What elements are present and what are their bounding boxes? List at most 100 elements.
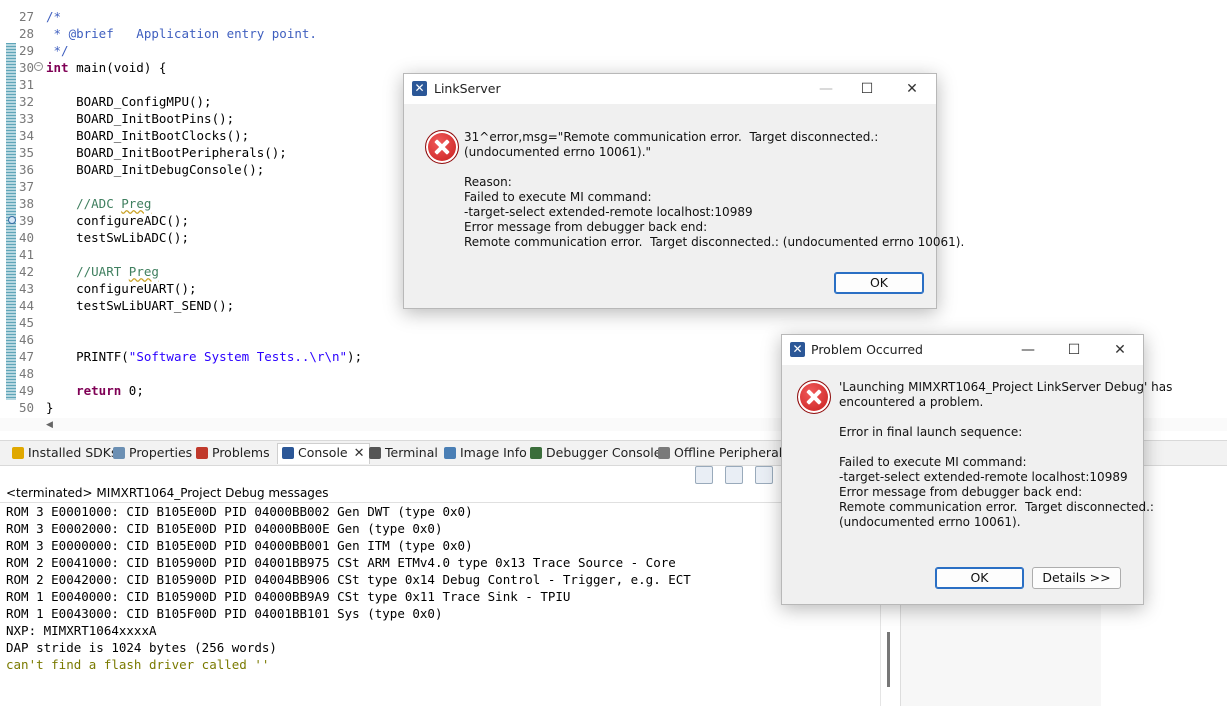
scroll-left-icon[interactable]: ◀	[46, 420, 53, 430]
tab-label: Properties	[129, 445, 193, 460]
tab-label: Offline Peripherals	[674, 445, 789, 460]
tab-label: Installed SDKs	[28, 445, 118, 460]
code-text: testSwLibADC();	[46, 230, 189, 245]
console-line: ROM 1 E0043000: CID B105F00D PID 04001BB…	[6, 606, 443, 621]
tab-image-info[interactable]: Image Info	[444, 444, 527, 462]
dialog-title: LinkServer	[434, 81, 501, 96]
console-line: ROM 2 E0041000: CID B105900D PID 04001BB…	[6, 555, 676, 570]
line-number: 42	[18, 264, 34, 279]
tab-console[interactable]: Console ✕	[277, 443, 370, 464]
clear-console-icon[interactable]	[695, 466, 713, 484]
code-text: BOARD_ConfigMPU();	[46, 94, 212, 109]
maximize-button[interactable]: ☐	[850, 78, 884, 100]
maximize-button[interactable]: ☐	[1057, 339, 1091, 361]
code-text: int main(void) {	[46, 60, 167, 75]
terminal-icon	[369, 447, 381, 459]
code-text: * @brief Application entry point.	[46, 26, 317, 41]
minimize-button[interactable]: —	[809, 78, 843, 100]
console-line: DAP stride is 1024 bytes (256 words)	[6, 640, 277, 655]
console-icon	[282, 447, 294, 459]
linkserver-dialog: ✕ LinkServer — ☐ ✕ 31^error,msg="Remote …	[403, 73, 964, 309]
line-number: 40	[18, 230, 34, 245]
code-text: return 0;	[76, 383, 144, 398]
dialog-title: Problem Occurred	[811, 342, 923, 357]
breakpoint-marker-icon[interactable]	[8, 216, 16, 224]
line-number: 33	[18, 111, 34, 126]
close-tab-icon[interactable]: ✕	[354, 446, 365, 461]
app-icon: ✕	[412, 81, 427, 96]
code-text: configureUART();	[46, 281, 197, 296]
ok-button[interactable]: OK	[834, 272, 924, 294]
minimize-button[interactable]: —	[1011, 339, 1045, 361]
console-line: ROM 3 E0002000: CID B105E00D PID 04000BB…	[6, 521, 443, 536]
dialog-message: 'Launching MIMXRT1064_Project LinkServer…	[839, 380, 1173, 529]
line-number: 29	[18, 43, 34, 58]
tab-properties[interactable]: Properties	[113, 444, 192, 462]
dialog-title-bar[interactable]: ✕ Problem Occurred — ☐ ✕	[782, 335, 1143, 365]
console-line: ROM 1 E0040000: CID B105900D PID 04000BB…	[6, 589, 571, 604]
line-number: 47	[18, 349, 34, 364]
line-number: 43	[18, 281, 34, 296]
line-number: 48	[18, 366, 34, 381]
tab-label: Debugger Console	[546, 445, 662, 460]
error-icon	[797, 380, 831, 414]
ok-button[interactable]: OK	[935, 567, 1024, 589]
tab-terminal[interactable]: Terminal	[369, 444, 438, 462]
tab-label: Terminal	[385, 445, 438, 460]
code-text: */	[46, 43, 69, 58]
code-text: /*	[46, 9, 62, 24]
code-text: testSwLibUART_SEND();	[46, 298, 235, 313]
details-button[interactable]: Details >>	[1032, 567, 1121, 589]
tab-label: Image Info	[460, 445, 527, 460]
scroll-lock-icon[interactable]	[725, 466, 744, 484]
line-number: 31	[18, 77, 34, 92]
code-text: BOARD_InitBootPeripherals();	[46, 145, 287, 160]
line-number: 45	[18, 315, 34, 330]
line-number: 30	[18, 60, 34, 75]
offline-peripherals-icon	[658, 447, 670, 459]
code-text: configureADC();	[46, 213, 189, 228]
tab-offline-peripherals[interactable]: Offline Peripherals	[658, 444, 789, 462]
console-description: <terminated> MIMXRT1064_Project Debug me…	[6, 486, 329, 500]
line-number: 49	[18, 383, 34, 398]
word-wrap-icon[interactable]	[755, 466, 774, 484]
fold-toggle-icon[interactable]: −	[34, 62, 43, 71]
tab-label: Problems	[212, 445, 270, 460]
problems-icon	[196, 447, 208, 459]
tab-label: Console	[298, 445, 348, 460]
error-icon	[425, 130, 459, 164]
image-info-icon	[444, 447, 456, 459]
tab-debugger-console[interactable]: Debugger Console	[530, 444, 661, 462]
line-number: 39	[18, 213, 34, 228]
line-number: 32	[18, 94, 34, 109]
console-output[interactable]: ROM 3 E0001000: CID B105E00D PID 04000BB…	[0, 502, 880, 707]
dialog-message: 31^error,msg="Remote communication error…	[464, 130, 965, 249]
code-text: BOARD_InitBootClocks();	[46, 128, 250, 143]
close-button[interactable]: ✕	[895, 78, 929, 100]
line-number: 34	[18, 128, 34, 143]
code-text: PRINTF("Software System Tests..\r\n");	[46, 349, 363, 364]
debugger-console-icon	[530, 447, 542, 459]
code-text: //UART Preg	[46, 264, 159, 279]
line-number: 37	[18, 179, 34, 194]
code-text: BOARD_InitDebugConsole();	[46, 162, 265, 177]
line-number: 46	[18, 332, 34, 347]
line-number: 41	[18, 247, 34, 262]
console-line: can't find a flash driver called ''	[6, 657, 270, 672]
dialog-title-bar[interactable]: ✕ LinkServer — ☐ ✕	[404, 74, 936, 104]
console-line: ROM 2 E0042000: CID B105900D PID 04004BB…	[6, 572, 691, 587]
line-number: 38	[18, 196, 34, 211]
properties-icon	[113, 447, 125, 459]
line-number: 36	[18, 162, 34, 177]
code-text: }	[46, 400, 54, 415]
close-button[interactable]: ✕	[1103, 339, 1137, 361]
installed-sdks-icon	[12, 447, 24, 459]
console-line: ROM 3 E0000000: CID B105E00D PID 04000BB…	[6, 538, 473, 553]
scrollbar-thumb[interactable]	[887, 632, 890, 687]
tab-installed-sdks[interactable]: Installed SDKs	[12, 444, 118, 462]
app-icon: ✕	[790, 342, 805, 357]
line-number: 50	[18, 400, 34, 415]
console-line: NXP: MIMXRT1064xxxxA	[6, 623, 157, 638]
line-number: 27	[18, 9, 34, 24]
tab-problems[interactable]: Problems	[196, 444, 270, 462]
